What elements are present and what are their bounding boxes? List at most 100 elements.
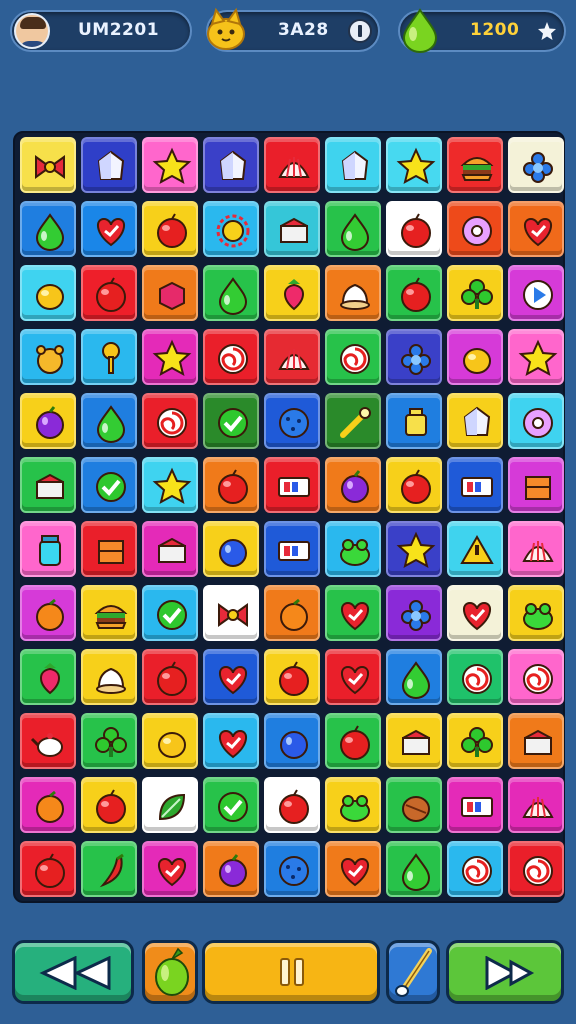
board-tile[interactable] <box>264 393 320 449</box>
board-tile[interactable] <box>142 457 198 513</box>
board-tile[interactable] <box>203 265 259 321</box>
board-tile[interactable] <box>447 649 503 705</box>
board-tile[interactable] <box>264 585 320 641</box>
board-tile[interactable] <box>386 457 442 513</box>
board-tile[interactable] <box>325 329 381 385</box>
board-tile[interactable] <box>264 137 320 193</box>
board-tile[interactable] <box>81 201 137 257</box>
board-tile[interactable] <box>447 393 503 449</box>
board-tile[interactable] <box>81 329 137 385</box>
brush-button[interactable] <box>386 940 440 1004</box>
board-tile[interactable] <box>203 201 259 257</box>
board-tile[interactable] <box>386 841 442 897</box>
board-tile[interactable] <box>203 457 259 513</box>
board-tile[interactable] <box>447 457 503 513</box>
board-tile[interactable] <box>447 201 503 257</box>
board-tile[interactable] <box>142 201 198 257</box>
board-tile[interactable] <box>81 265 137 321</box>
board-tile[interactable] <box>20 649 76 705</box>
board-tile[interactable] <box>508 457 564 513</box>
board-tile[interactable] <box>508 713 564 769</box>
board-tile[interactable] <box>142 393 198 449</box>
board-tile[interactable] <box>20 201 76 257</box>
board-tile[interactable] <box>81 649 137 705</box>
board-tile[interactable] <box>386 393 442 449</box>
board-tile[interactable] <box>508 841 564 897</box>
board-tile[interactable] <box>386 713 442 769</box>
board-tile[interactable] <box>325 841 381 897</box>
board-tile[interactable] <box>447 777 503 833</box>
board-tile[interactable] <box>447 585 503 641</box>
next-button[interactable] <box>446 940 564 1004</box>
board-tile[interactable] <box>386 137 442 193</box>
board-tile[interactable] <box>142 329 198 385</box>
board-tile[interactable] <box>142 137 198 193</box>
board-tile[interactable] <box>142 265 198 321</box>
board-tile[interactable] <box>81 137 137 193</box>
board-tile[interactable] <box>203 329 259 385</box>
board-tile[interactable] <box>447 137 503 193</box>
board-tile[interactable] <box>203 649 259 705</box>
board-tile[interactable] <box>264 201 320 257</box>
board-tile[interactable] <box>508 777 564 833</box>
board-tile[interactable] <box>203 777 259 833</box>
board-tile[interactable] <box>386 329 442 385</box>
board-tile[interactable] <box>508 521 564 577</box>
board-tile[interactable] <box>264 329 320 385</box>
board-tile[interactable] <box>386 649 442 705</box>
board-tile[interactable] <box>203 841 259 897</box>
board-tile[interactable] <box>325 265 381 321</box>
board-tile[interactable] <box>20 265 76 321</box>
board-tile[interactable] <box>20 329 76 385</box>
board-tile[interactable] <box>81 521 137 577</box>
board-tile[interactable] <box>264 521 320 577</box>
board-tile[interactable] <box>81 457 137 513</box>
board-tile[interactable] <box>508 649 564 705</box>
board-tile[interactable] <box>81 713 137 769</box>
board-tile[interactable] <box>142 521 198 577</box>
board-tile[interactable] <box>264 265 320 321</box>
board-tile[interactable] <box>447 713 503 769</box>
board-tile[interactable] <box>203 137 259 193</box>
board-tile[interactable] <box>81 393 137 449</box>
board-tile[interactable] <box>142 649 198 705</box>
board-tile[interactable] <box>325 713 381 769</box>
board-tile[interactable] <box>142 777 198 833</box>
board-tile[interactable] <box>203 585 259 641</box>
player-avatar[interactable] <box>14 13 50 49</box>
board-tile[interactable] <box>264 457 320 513</box>
back-button[interactable] <box>12 940 134 1004</box>
board-tile[interactable] <box>20 137 76 193</box>
board-tile[interactable] <box>386 265 442 321</box>
board-tile[interactable] <box>508 265 564 321</box>
player-panel[interactable]: UM2201 <box>10 10 192 52</box>
board-tile[interactable] <box>20 713 76 769</box>
board-tile[interactable] <box>325 393 381 449</box>
board-tile[interactable] <box>508 137 564 193</box>
board-tile[interactable] <box>386 521 442 577</box>
board-tile[interactable] <box>20 521 76 577</box>
board-tile[interactable] <box>325 521 381 577</box>
board-tile[interactable] <box>81 777 137 833</box>
board-tile[interactable] <box>508 329 564 385</box>
add-icon[interactable] <box>536 20 558 46</box>
board-tile[interactable] <box>447 841 503 897</box>
board-tile[interactable] <box>20 841 76 897</box>
board-tile[interactable] <box>20 585 76 641</box>
info-icon[interactable] <box>348 19 372 47</box>
board-tile[interactable] <box>142 585 198 641</box>
booster-button[interactable] <box>142 940 198 1004</box>
board-tile[interactable] <box>386 201 442 257</box>
board-tile[interactable] <box>508 393 564 449</box>
board-tile[interactable] <box>447 265 503 321</box>
board-tile[interactable] <box>264 713 320 769</box>
board-tile[interactable] <box>142 713 198 769</box>
board-tile[interactable] <box>20 457 76 513</box>
board-tile[interactable] <box>386 585 442 641</box>
board-tile[interactable] <box>325 457 381 513</box>
board-tile[interactable] <box>447 329 503 385</box>
board-tile[interactable] <box>203 713 259 769</box>
board-tile[interactable] <box>264 841 320 897</box>
board-tile[interactable] <box>325 649 381 705</box>
board-tile[interactable] <box>508 201 564 257</box>
